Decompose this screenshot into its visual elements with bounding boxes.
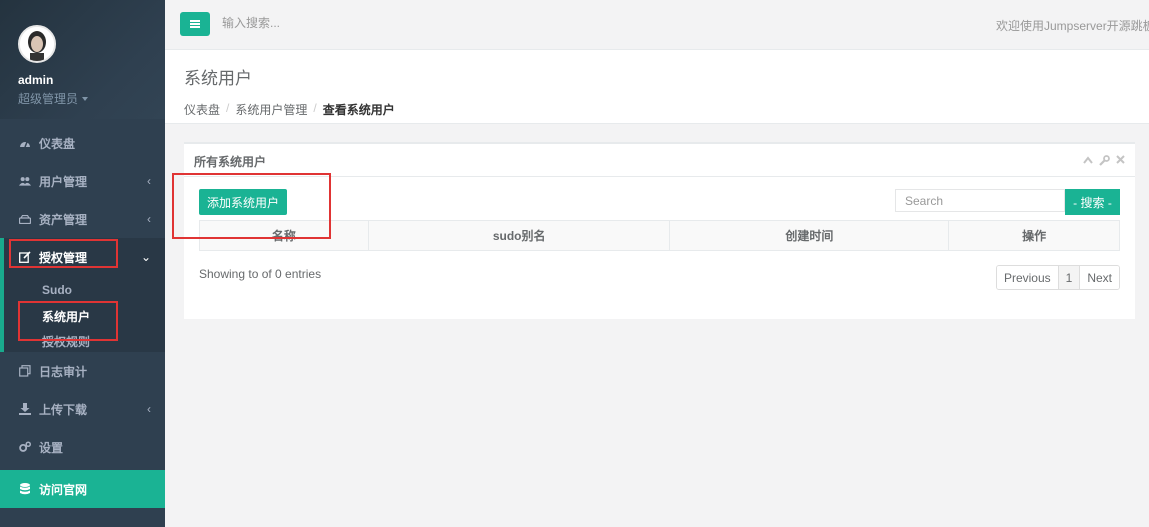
user-name[interactable]: admin — [18, 73, 147, 87]
close-icon[interactable] — [1116, 155, 1125, 169]
sidebar-item-label: 日志审计 — [39, 364, 88, 379]
sidebar-item-dashboard[interactable]: 仪表盘 — [0, 124, 165, 162]
sidebar-item-label: 访问官网 — [39, 482, 88, 497]
user-role-dropdown[interactable]: 超级管理员 — [18, 90, 147, 107]
sidebar-item-label: 仪表盘 — [39, 136, 76, 151]
annotation-box-permissions — [9, 239, 118, 268]
sidebar-item-label: 资产管理 — [39, 212, 88, 227]
previous-page-button[interactable]: Previous — [996, 266, 1059, 289]
breadcrumb-dashboard[interactable]: 仪表盘 — [184, 101, 220, 118]
copy-icon — [19, 365, 31, 377]
chevron-left-icon: ‹ — [147, 212, 151, 226]
gears-icon — [19, 441, 31, 453]
sidebar-item-label: 用户管理 — [39, 174, 88, 189]
pagination: Previous 1 Next — [995, 265, 1120, 290]
welcome-message: 欢迎使用Jumpserver开源跳板机 — [996, 19, 1149, 33]
user-role-label: 超级管理员 — [18, 92, 79, 106]
search-button[interactable]: - 搜索 - — [1065, 189, 1120, 215]
top-navbar: 欢迎使用Jumpserver开源跳板机 — [165, 0, 1149, 50]
wrench-icon[interactable] — [1099, 155, 1110, 169]
panel-tools — [1083, 155, 1125, 169]
next-page-button[interactable]: Next — [1080, 266, 1119, 289]
entries-info: Showing to of 0 entries — [199, 267, 322, 281]
profile-header: admin 超级管理员 — [0, 0, 165, 119]
caret-down-icon — [82, 96, 89, 101]
dashboard-icon — [19, 137, 31, 149]
annotation-box-add-button — [172, 173, 331, 239]
sidebar-item-label: 上传下载 — [39, 402, 88, 417]
panel-title: 所有系统用户 — [194, 155, 267, 169]
sidebar-item-assets[interactable]: 资产管理 ‹ — [0, 200, 165, 238]
chevron-down-icon: ⌄ — [140, 250, 151, 264]
top-search-input[interactable] — [222, 16, 522, 30]
hdd-icon — [19, 213, 31, 225]
breadcrumb-system-user-management[interactable]: 系统用户管理 — [235, 101, 307, 118]
column-header-actions[interactable]: 操作 — [948, 220, 1120, 251]
table-search-input[interactable] — [895, 189, 1065, 212]
chevron-up-icon[interactable] — [1083, 155, 1093, 169]
breadcrumb: 仪表盘 / 系统用户管理 / 查看系统用户 — [184, 101, 1130, 118]
toggle-menu-button[interactable] — [180, 12, 210, 36]
breadcrumb-separator: / — [313, 101, 317, 115]
download-icon — [19, 403, 31, 415]
breadcrumb-current: 查看系统用户 — [322, 103, 395, 117]
users-icon — [19, 175, 31, 187]
sidebar-item-users[interactable]: 用户管理 ‹ — [0, 162, 165, 200]
page-1-button[interactable]: 1 — [1058, 266, 1081, 289]
avatar-icon — [20, 27, 54, 61]
page-heading: 系统用户 仪表盘 / 系统用户管理 / 查看系统用户 — [165, 50, 1149, 124]
breadcrumb-separator: / — [226, 101, 230, 115]
sidebar-item-settings[interactable]: 设置 — [0, 428, 165, 466]
annotation-box-system-users — [18, 301, 118, 341]
avatar[interactable] — [18, 25, 56, 63]
sidebar-item-audit[interactable]: 日志审计 — [0, 352, 165, 390]
system-users-table: 名称 sudo别名 创建时间 操作 — [199, 220, 1120, 251]
sidebar-subitem-label: Sudo — [42, 282, 72, 297]
sidebar-subitem-sudo[interactable]: Sudo — [4, 276, 165, 303]
sidebar-item-official-site[interactable]: 访问官网 — [0, 470, 165, 508]
page-title: 系统用户 — [184, 69, 252, 88]
chevron-left-icon: ‹ — [147, 174, 151, 188]
database-icon — [19, 483, 31, 495]
chevron-left-icon: ‹ — [147, 402, 151, 416]
hamburger-icon — [190, 23, 200, 25]
sidebar-item-label: 设置 — [39, 440, 64, 455]
column-header-created-time[interactable]: 创建时间 — [669, 220, 950, 251]
sidebar-item-upload-download[interactable]: 上传下载 ‹ — [0, 390, 165, 428]
column-header-sudo-alias[interactable]: sudo别名 — [367, 220, 671, 251]
